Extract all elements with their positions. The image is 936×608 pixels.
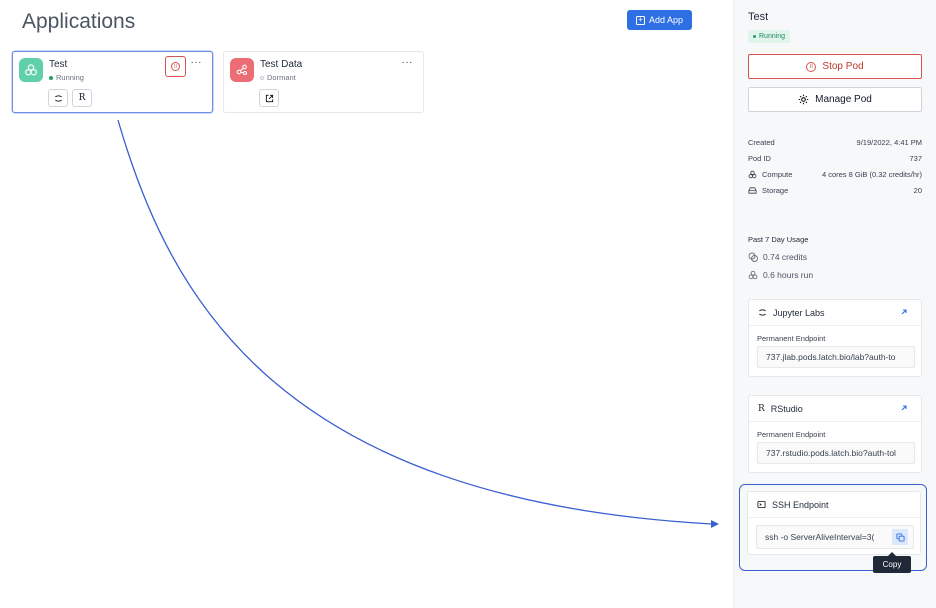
rstudio-endpoint-header: R RStudio xyxy=(749,396,921,422)
jupyter-endpoint-field[interactable]: 737.jlab.pods.latch.bio/lab?auth-to xyxy=(757,346,915,368)
rstudio-title: RStudio xyxy=(770,403,803,414)
ssh-endpoint-card: SSH Endpoint ssh -o ServerAliveInterval=… xyxy=(747,491,921,555)
jupyter-icon xyxy=(54,94,62,102)
status-badge: Running xyxy=(748,30,791,43)
share-nodes-icon xyxy=(236,64,248,76)
manage-pod-button[interactable]: Manage Pod xyxy=(748,87,922,112)
plus-icon: + xyxy=(635,15,645,25)
status-dot-icon xyxy=(753,35,756,38)
cluster-icon xyxy=(748,270,758,280)
pod-id-label: Pod ID xyxy=(748,153,771,163)
add-app-label: Add App xyxy=(648,15,684,25)
app-name: Test xyxy=(49,59,68,70)
stop-pod-label: Stop Pod xyxy=(822,61,864,72)
coins-icon xyxy=(748,252,758,262)
copy-icon xyxy=(895,532,905,542)
more-options-icon[interactable]: ··· xyxy=(402,58,414,68)
open-external-icon[interactable] xyxy=(899,403,909,413)
rstudio-endpoint-card: R RStudio Permanent Endpoint 737.rstudio… xyxy=(748,395,922,473)
open-external-icon[interactable] xyxy=(899,307,909,317)
usage-hours-row: 0.6 hours run xyxy=(748,270,813,280)
stop-icon: II xyxy=(171,62,180,71)
compute-key: Compute xyxy=(748,170,792,179)
storage-row: Storage 20 xyxy=(748,184,922,196)
status-dot-icon xyxy=(260,75,264,80)
panel-title: Test xyxy=(748,11,769,23)
app-icon xyxy=(230,58,254,82)
usage-credits: 0.74 credits xyxy=(763,252,807,262)
usage-credits-row: 0.74 credits xyxy=(748,252,807,262)
cluster-icon xyxy=(25,64,37,76)
ssh-title: SSH Endpoint xyxy=(772,499,829,510)
stop-pod-button[interactable]: II Stop Pod xyxy=(748,54,922,79)
status-dot-icon xyxy=(49,75,53,80)
status-badge-label: Running xyxy=(759,33,786,40)
jupyter-icon xyxy=(759,309,766,316)
gear-icon xyxy=(798,94,809,105)
created-value: 9/19/2022, 4:41 PM xyxy=(856,137,922,147)
usage-title: Past 7 Day Usage xyxy=(748,235,809,244)
compute-icon xyxy=(748,170,757,178)
rstudio-endpoint-label: Permanent Endpoint xyxy=(757,430,826,439)
app-status-label: Dormant xyxy=(267,73,296,82)
copy-tooltip: Copy xyxy=(873,552,911,573)
storage-key: Storage xyxy=(748,186,788,195)
app-status-label: Running xyxy=(56,73,84,82)
copy-button[interactable] xyxy=(892,529,908,545)
jupyter-endpoint-label: Permanent Endpoint xyxy=(757,334,826,343)
main-area: Applications + Add App Test Running II ·… xyxy=(0,0,733,608)
ssh-endpoint-header: SSH Endpoint xyxy=(748,492,920,518)
app-card-test[interactable]: Test Running II ··· R xyxy=(12,51,213,113)
rstudio-endpoint-field[interactable]: 737.rstudio.pods.latch.bio?auth-tol xyxy=(757,442,915,464)
jupyter-chip[interactable] xyxy=(48,89,68,107)
stop-pod-mini-button[interactable]: II xyxy=(165,56,186,77)
pod-id-row: Pod ID 737 xyxy=(748,152,922,164)
jupyter-title: Jupyter Labs xyxy=(773,307,825,318)
storage-icon xyxy=(748,186,757,194)
manage-pod-label: Manage Pod xyxy=(815,94,872,105)
compute-row: Compute 4 cores 8 GiB (0.32 credits/hr) xyxy=(748,168,922,180)
compute-label: Compute xyxy=(762,169,793,179)
storage-label: Storage xyxy=(762,185,789,195)
app-card-test-data[interactable]: Test Data Dormant ··· xyxy=(223,51,424,113)
app-name: Test Data xyxy=(260,59,303,70)
r-icon: R xyxy=(758,403,765,414)
app-status: Running xyxy=(49,73,84,82)
jupyter-endpoint-header: Jupyter Labs xyxy=(749,300,921,326)
usage-hours: 0.6 hours run xyxy=(763,270,814,280)
app-status: Dormant xyxy=(260,73,296,82)
page-title: Applications xyxy=(22,10,136,33)
compute-value: 4 cores 8 GiB (0.32 credits/hr) xyxy=(821,169,922,179)
more-options-icon[interactable]: ··· xyxy=(191,58,203,68)
jupyter-endpoint-card: Jupyter Labs Permanent Endpoint 737.jlab… xyxy=(748,299,922,377)
created-label: Created xyxy=(748,137,775,147)
pod-id-value: 737 xyxy=(909,153,922,163)
open-link-chip[interactable] xyxy=(259,89,279,107)
app-icon xyxy=(19,58,43,82)
created-row: Created 9/19/2022, 4:41 PM xyxy=(748,136,922,148)
r-icon: R xyxy=(78,93,86,103)
stop-icon: II xyxy=(806,61,817,72)
external-link-icon xyxy=(265,94,273,102)
add-app-button[interactable]: + Add App xyxy=(627,10,692,30)
terminal-icon xyxy=(757,500,766,509)
ssh-command-field[interactable]: ssh -o ServerAliveInterval=3( xyxy=(756,525,914,549)
rstudio-chip[interactable]: R xyxy=(72,89,92,107)
storage-value: 20 xyxy=(913,185,922,195)
